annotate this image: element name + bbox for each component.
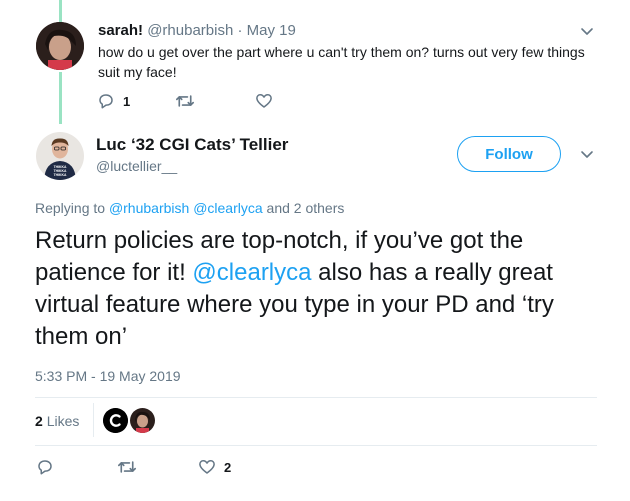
shirt-text-3: THIKKA: [54, 173, 67, 177]
likes-summary[interactable]: 2 Likes: [35, 413, 79, 429]
follow-button[interactable]: Follow: [457, 136, 561, 172]
reply-reply-count: 1: [123, 93, 131, 109]
reply-chevron-down-icon[interactable]: [580, 25, 594, 39]
comment-icon: [99, 94, 113, 109]
main-tweet-text: Return policies are top-notch, if you’ve…: [35, 225, 605, 353]
reply-author-handle[interactable]: @rhubarbish: [147, 22, 233, 39]
thread-line-top: [59, 0, 62, 22]
comment-icon: [38, 460, 52, 475]
reply-date[interactable]: May 19: [247, 22, 296, 39]
liker-avatar-1[interactable]: [103, 408, 128, 433]
main-text-mention[interactable]: @clearlyca: [192, 259, 311, 286]
replying-user-clearlyca[interactable]: @clearlyca: [193, 200, 262, 216]
thread-line-middle: [59, 72, 62, 124]
divider-bottom: [35, 445, 597, 446]
sarah-avatar[interactable]: [36, 22, 84, 70]
likes-label: Likes: [46, 413, 80, 429]
heart-icon: [199, 460, 215, 474]
replying-user-rhubarbish[interactable]: @rhubarbish: [109, 200, 189, 216]
reply-reply-button[interactable]: 1: [97, 92, 130, 110]
reply-text: how do u get over the part where u can't…: [98, 44, 585, 80]
main-like-button[interactable]: 2: [198, 458, 231, 476]
replying-to-prefix: Replying to: [35, 200, 106, 216]
main-author-name[interactable]: Luc ‘32 CGI Cats’ Tellier: [96, 135, 288, 155]
retweet-icon: [176, 95, 194, 107]
replying-to-line: Replying to @rhubarbish @clearlyca and 2…: [35, 200, 344, 216]
c-logo-icon: [103, 408, 128, 433]
heart-icon: [256, 94, 272, 108]
reply-retweet-button[interactable]: [175, 92, 195, 110]
reply-like-button[interactable]: [255, 92, 273, 110]
divider-top: [35, 397, 597, 398]
main-reply-button[interactable]: [36, 458, 54, 476]
liker-avatar-2[interactable]: [130, 408, 155, 433]
likes-count: 2: [35, 413, 43, 429]
reply-separator: ·: [237, 22, 243, 39]
main-retweet-button[interactable]: [117, 458, 137, 476]
main-author-handle[interactable]: @luctellier__: [96, 158, 177, 174]
retweet-icon: [118, 461, 136, 473]
reply-author-name[interactable]: sarah!: [98, 22, 143, 39]
luc-avatar[interactable]: THIKKA THIKKA THIKKA: [36, 132, 84, 180]
main-chevron-down-icon[interactable]: [580, 148, 594, 162]
likes-separator: [93, 403, 94, 437]
main-like-count: 2: [224, 459, 232, 475]
replying-to-others[interactable]: and 2 others: [267, 200, 345, 216]
main-tweet-timestamp[interactable]: 5:33 PM - 19 May 2019: [35, 368, 181, 384]
